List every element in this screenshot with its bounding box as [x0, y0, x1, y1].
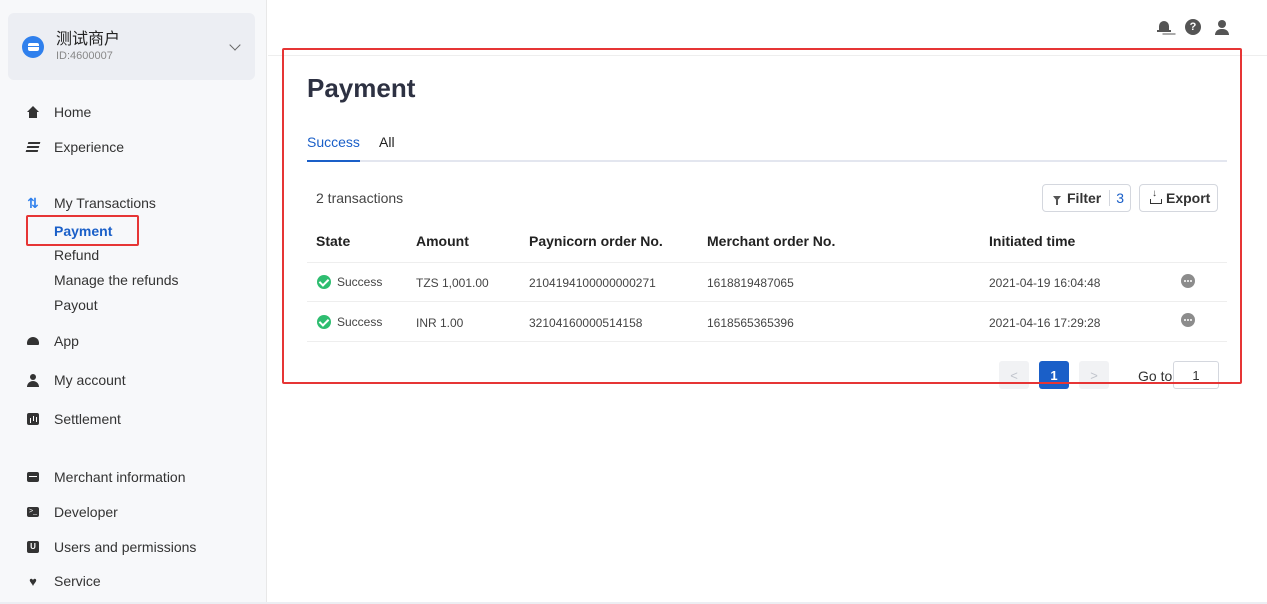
merchant-switcher[interactable]: 测试商户 ID:4600007	[8, 13, 255, 80]
heart-icon: ♥	[29, 573, 37, 589]
state-text: Success	[337, 275, 383, 289]
table-divider	[307, 262, 1227, 263]
column-header-merchant-order: Merchant order No.	[707, 233, 836, 249]
user-icon	[26, 373, 40, 387]
pagination-page-1[interactable]: 1	[1039, 361, 1069, 389]
merchant-order-cell: 1618565365396	[707, 316, 794, 330]
column-header-state: State	[316, 233, 351, 249]
content-highlight-box	[282, 48, 1242, 384]
sidebar-subitem-refund[interactable]: Refund	[54, 246, 99, 264]
goto-page-input[interactable]	[1173, 361, 1219, 389]
sidebar-subitem-payment[interactable]: Payment	[54, 222, 112, 240]
state-text: Success	[337, 315, 383, 329]
help-icon[interactable]: ?	[1185, 19, 1201, 35]
page-title: Payment	[307, 73, 416, 103]
export-label: Export	[1166, 190, 1211, 206]
sidebar-item-my-transactions[interactable]: ⇅ My Transactions	[0, 191, 266, 215]
amount-cell: INR 1.00	[416, 316, 464, 330]
sidebar-item-label: Experience	[54, 139, 125, 155]
header-divider	[268, 55, 1267, 56]
table-divider	[307, 301, 1227, 302]
filter-count-badge: 3	[1109, 190, 1124, 206]
initiated-time-cell: 2021-04-19 16:04:48	[989, 276, 1101, 290]
sidebar-item-label: Home	[54, 104, 92, 120]
state-cell: Success	[317, 275, 382, 289]
tab-success[interactable]: Success	[307, 134, 360, 162]
sidebar-item-label: Merchant information	[54, 469, 186, 485]
account-icon[interactable]	[1215, 19, 1229, 35]
column-header-initiated-time: Initiated time	[989, 233, 1076, 249]
chevron-down-icon[interactable]	[229, 39, 241, 51]
sidebar-item-label: Developer	[54, 504, 118, 520]
sidebar-item-label: App	[54, 333, 79, 349]
transaction-count: 2 transactions	[316, 190, 404, 206]
column-header-paynicorn-order: Paynicorn order No.	[529, 233, 663, 249]
sidebar-item-app[interactable]: App	[0, 329, 266, 353]
terminal-icon: >_	[26, 505, 40, 519]
table-divider	[307, 341, 1227, 342]
merchant-card-icon	[22, 35, 44, 58]
pagination-prev-button[interactable]: <	[999, 361, 1029, 389]
state-cell: Success	[317, 315, 382, 329]
top-bar-icons: ?	[1157, 19, 1229, 35]
sidebar-item-my-account[interactable]: My account	[0, 368, 266, 392]
sidebar-item-label: My Transactions	[54, 195, 156, 211]
more-options-icon[interactable]	[1181, 274, 1195, 288]
merchant-id: ID:4600007	[56, 50, 113, 62]
experience-icon	[25, 140, 41, 154]
merchant-order-cell: 1618819487065	[707, 276, 794, 290]
tab-bar: Success All	[307, 134, 1227, 162]
check-circle-icon	[317, 275, 331, 289]
tab-all[interactable]: All	[379, 134, 395, 162]
filter-label: Filter	[1067, 190, 1102, 206]
sidebar-item-label: My account	[54, 372, 126, 388]
sidebar-item-label: Users and permissions	[54, 539, 197, 555]
more-options-icon[interactable]	[1181, 313, 1195, 327]
sidebar-item-experience[interactable]: Experience	[0, 135, 266, 159]
swap-arrows-icon: ⇅	[27, 195, 39, 211]
amount-cell: TZS 1,001.00	[416, 276, 489, 290]
check-circle-icon	[317, 315, 331, 329]
sidebar-item-label: Settlement	[54, 411, 121, 427]
sidebar-item-merchant-information[interactable]: Merchant information	[0, 465, 266, 489]
merchant-name: 测试商户	[56, 31, 121, 48]
sidebar-item-developer[interactable]: >_ Developer	[0, 500, 266, 524]
column-header-amount: Amount	[416, 233, 469, 249]
bar-chart-icon	[26, 412, 40, 426]
sidebar-item-users-permissions[interactable]: U Users and permissions	[0, 535, 266, 559]
filter-button[interactable]: Filter 3	[1042, 184, 1131, 212]
home-icon	[26, 105, 40, 119]
users-icon: U	[26, 540, 40, 554]
export-button[interactable]: Export	[1139, 184, 1218, 212]
filter-icon	[1053, 195, 1061, 205]
sidebar-item-label: Service	[54, 573, 101, 589]
sidebar-subitem-manage-refunds[interactable]: Manage the refunds	[54, 271, 179, 289]
paynicorn-order-cell: 2104194100000000271	[529, 276, 656, 290]
download-icon	[1150, 188, 1162, 204]
paynicorn-order-cell: 32104160000514158	[529, 316, 643, 330]
bell-icon[interactable]	[1157, 19, 1171, 35]
sidebar-item-settlement[interactable]: Settlement	[0, 407, 266, 431]
sidebar-item-service[interactable]: ♥ Service	[0, 569, 266, 593]
android-icon	[26, 334, 40, 348]
sidebar-subitem-payout[interactable]: Payout	[54, 296, 98, 314]
sidebar: 测试商户 ID:4600007 Home Experience ⇅ My Tra…	[0, 0, 267, 604]
goto-label: Go to	[1138, 368, 1173, 384]
initiated-time-cell: 2021-04-16 17:29:28	[989, 316, 1101, 330]
sidebar-item-home[interactable]: Home	[0, 100, 266, 124]
merchant-icon	[26, 470, 40, 484]
pagination-next-button[interactable]: >	[1079, 361, 1109, 389]
